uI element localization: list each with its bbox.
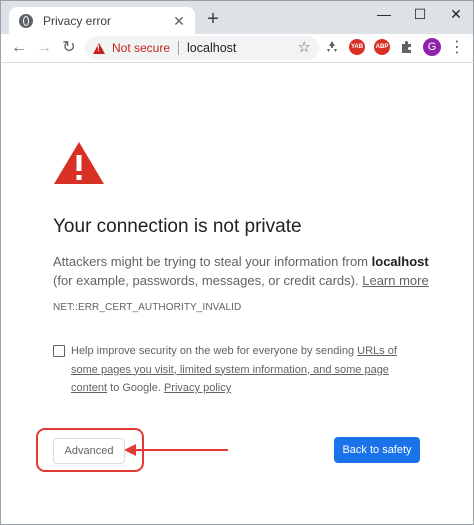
annotation-arrow-head xyxy=(124,444,136,456)
profile-avatar[interactable]: G xyxy=(423,38,441,56)
learn-more-link[interactable]: Learn more xyxy=(362,273,428,288)
bookmark-star-icon[interactable]: ☆ xyxy=(298,39,311,57)
improve-security-text: Help improve security on the web for eve… xyxy=(71,342,416,398)
browser-toolbar: ← → ↻ Not secure localhost ☆ YAB ABP G ⋮ xyxy=(0,34,474,62)
back-button[interactable]: ← xyxy=(9,38,29,58)
help-text-continued: to Google. xyxy=(107,382,164,394)
help-text: Help improve security on the web for eve… xyxy=(71,345,358,357)
recycle-icon[interactable] xyxy=(324,39,340,55)
minimize-button[interactable]: — xyxy=(369,5,399,23)
page-title: Your connection is not private xyxy=(53,216,302,237)
new-tab-button[interactable]: + xyxy=(203,9,223,30)
annotation-arrow-shaft xyxy=(134,449,228,451)
warning-triangle-icon xyxy=(54,142,104,184)
tab-strip: Privacy error ✕ + — ☐ ✕ xyxy=(0,0,474,35)
chrome-menu-icon[interactable]: ⋮ xyxy=(449,38,465,58)
privacy-policy-link[interactable]: Privacy policy xyxy=(164,382,231,394)
not-secure-label[interactable]: Not secure xyxy=(112,41,170,55)
warning-icon[interactable] xyxy=(93,42,105,54)
address-bar[interactable]: Not secure localhost ☆ xyxy=(85,36,319,60)
abp-extension-icon[interactable]: ABP xyxy=(374,39,390,55)
error-description: Attackers might be trying to steal your … xyxy=(53,252,433,290)
puzzle-extensions-icon[interactable] xyxy=(399,39,415,55)
omnibox-divider xyxy=(178,41,180,55)
host-name: localhost xyxy=(371,254,429,269)
globe-icon xyxy=(19,14,33,28)
tab-close-icon[interactable]: ✕ xyxy=(171,13,187,29)
tab-privacy-error[interactable]: Privacy error ✕ xyxy=(9,7,195,35)
description-text-continued: (for example, passwords, messages, or cr… xyxy=(53,273,363,288)
advanced-button[interactable]: Advanced xyxy=(53,438,125,464)
reload-button[interactable]: ↻ xyxy=(59,38,79,58)
back-to-safety-button[interactable]: Back to safety xyxy=(334,437,420,463)
yab-extension-icon[interactable]: YAB xyxy=(349,39,365,55)
url-text[interactable]: localhost xyxy=(187,41,236,55)
forward-button[interactable]: → xyxy=(34,38,54,58)
maximize-button[interactable]: ☐ xyxy=(405,5,435,23)
error-code: NET::ERR_CERT_AUTHORITY_INVALID xyxy=(53,302,242,313)
description-text: Attackers might be trying to steal your … xyxy=(53,254,372,269)
window-close-button[interactable]: ✕ xyxy=(441,5,471,23)
tab-title: Privacy error xyxy=(43,14,112,28)
improve-security-checkbox[interactable] xyxy=(53,345,65,357)
